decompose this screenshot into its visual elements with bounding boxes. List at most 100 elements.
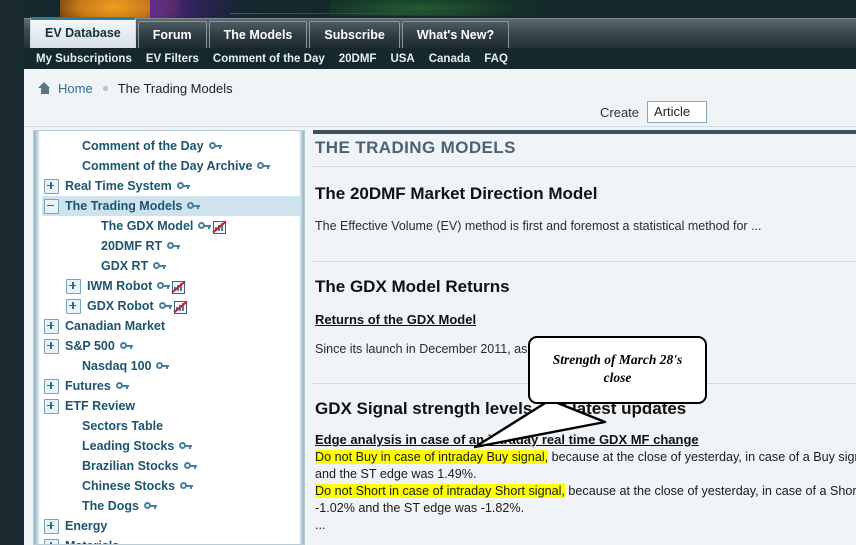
- key-icon: [167, 242, 181, 251]
- create-type-select[interactable]: Article: [647, 101, 708, 123]
- collapse-icon[interactable]: [44, 198, 59, 214]
- breadcrumb-separator-icon: [100, 83, 110, 93]
- sidebar-item-label: Sectors Table: [82, 419, 164, 433]
- breadcrumb-home-link[interactable]: Home: [58, 81, 93, 96]
- subnav-item-my-subscriptions[interactable]: My Subscriptions: [36, 53, 132, 65]
- sidebar-item-gdx-rt[interactable]: GDX RT: [42, 256, 300, 276]
- expand-icon[interactable]: [66, 278, 81, 294]
- chart-blocked-icon: [171, 280, 186, 294]
- buy-signal-rest: because at the close of yesterday, in ca…: [548, 450, 856, 464]
- subnav-item-faq[interactable]: FAQ: [484, 53, 508, 65]
- tab-list: EV Database Forum The Models Subscribe What'…: [30, 17, 511, 49]
- tab-ev-database[interactable]: EV Database: [30, 17, 136, 49]
- sidebar-item-gdx-robot[interactable]: GDX Robot: [42, 296, 300, 316]
- sidebar-item-iwm-robot[interactable]: IWM Robot: [42, 276, 300, 296]
- section-1-heading: The 20DMF Market Direction Model: [315, 184, 598, 203]
- buy-signal-line2: and the ST edge was 1.49%.: [315, 467, 477, 481]
- section-2-heading: The GDX Model Returns: [315, 277, 510, 296]
- expand-icon[interactable]: [44, 538, 59, 544]
- sidebar-item-the-dogs[interactable]: The Dogs: [42, 496, 300, 516]
- subnav-item-canada[interactable]: Canada: [429, 53, 471, 65]
- sidebar-item-comment-of-the-day[interactable]: Comment of the Day: [42, 136, 300, 156]
- key-icon: [179, 442, 193, 451]
- sidebar-item-materials[interactable]: Materials: [42, 536, 300, 544]
- divider-1: [313, 166, 856, 167]
- tab-subscribe[interactable]: Subscribe: [309, 21, 400, 49]
- sidebar-item-label: IWM Robot: [87, 279, 153, 293]
- sidebar-item-label: The Dogs: [82, 499, 139, 513]
- returns-of-gdx-model-link[interactable]: Returns of the GDX Model: [315, 312, 476, 327]
- expand-icon[interactable]: [66, 298, 81, 314]
- tab-what-s-new[interactable]: What's New?: [401, 21, 510, 49]
- sidebar-item-chinese-stocks[interactable]: Chinese Stocks: [42, 476, 300, 496]
- key-icon: [183, 462, 197, 471]
- subnav-item-20dmf[interactable]: 20DMF: [339, 53, 377, 65]
- secondary-nav-bar: My Subscriptions EV Filters Comment of the…: [24, 48, 856, 69]
- sidebar-item-label: Chinese Stocks: [82, 479, 176, 493]
- expand-icon[interactable]: [44, 378, 59, 394]
- sidebar-item-s-p-500[interactable]: S&P 500: [42, 336, 300, 356]
- short-signal-highlight: Do not Short in case of intraday Short s…: [315, 484, 565, 498]
- section-1-body: The Effective Volume (EV) method is firs…: [315, 219, 762, 233]
- sidebar-item-leading-stocks[interactable]: Leading Stocks: [42, 436, 300, 456]
- sidebar-item-label: Comment of the Day: [82, 139, 204, 153]
- key-icon: [180, 482, 194, 491]
- paragraph-ellipsis: ...: [315, 518, 326, 532]
- tab-forum[interactable]: Forum: [137, 21, 207, 49]
- sidebar-tree: Comment of the Day Comment of the Day Arc…: [42, 136, 300, 544]
- key-icon: [187, 202, 201, 211]
- sidebar-item-comment-of-the-day-archive[interactable]: Comment of the Day Archive: [42, 156, 300, 176]
- sidebar-item-futures[interactable]: Futures: [42, 376, 300, 396]
- sidebar-item-the-gdx-model[interactable]: The GDX Model: [42, 216, 300, 236]
- callout-line-1: Strength of March 28's: [552, 352, 683, 367]
- sidebar-item-canadian-market[interactable]: Canadian Market: [42, 316, 300, 336]
- tab-the-models[interactable]: The Models: [208, 21, 308, 49]
- sidebar-item-real-time-system[interactable]: Real Time System: [42, 176, 300, 196]
- expand-icon[interactable]: [44, 338, 59, 354]
- sidebar-item-label: Comment of the Day Archive: [82, 159, 253, 173]
- page-left-rail: [0, 22, 24, 545]
- sidebar-item-label: ETF Review: [65, 399, 136, 413]
- sidebar-item-label: Canadian Market: [65, 319, 166, 333]
- sidebar-item-brazilian-stocks[interactable]: Brazilian Stocks: [42, 456, 300, 476]
- sidebar-item-energy[interactable]: Energy: [42, 516, 300, 536]
- expand-icon[interactable]: [44, 398, 59, 414]
- key-icon: [157, 282, 171, 291]
- key-icon: [153, 262, 167, 271]
- sidebar-item-the-trading-models[interactable]: The Trading Models: [42, 196, 300, 216]
- expand-icon[interactable]: [44, 178, 59, 194]
- content-top-bar: [313, 130, 856, 134]
- sidebar-item-nasdaq-100[interactable]: Nasdaq 100: [42, 356, 300, 376]
- page-title: THE TRADING MODELS: [315, 138, 516, 157]
- create-label: Create: [600, 104, 640, 120]
- sidebar-item-label: Materials: [65, 539, 119, 544]
- edge-analysis-paragraph: Do not Buy in case of intraday Buy signa…: [315, 449, 856, 534]
- banner-left-block: [0, 0, 24, 22]
- subnav-item-ev-filters[interactable]: EV Filters: [146, 53, 199, 65]
- key-icon: [115, 382, 129, 391]
- key-icon: [156, 362, 170, 371]
- sidebar-item-etf-review[interactable]: ETF Review: [42, 396, 300, 416]
- subnav-item-usa[interactable]: USA: [390, 53, 414, 65]
- key-icon: [198, 222, 212, 231]
- sidebar-item-label: GDX RT: [101, 259, 149, 273]
- sidebar-item-20dmf-rt[interactable]: 20DMF RT: [42, 236, 300, 256]
- chart-blocked-icon: [173, 300, 188, 314]
- sidebar-left-edge: [34, 131, 40, 544]
- subnav-item-comment-of-the-day[interactable]: Comment of the Day: [213, 53, 325, 65]
- section-2-body: Since its launch in December 2011, as o: [315, 342, 538, 356]
- divider-2: [313, 261, 856, 262]
- expand-icon[interactable]: [44, 318, 59, 334]
- primary-tab-bar: EV Database Forum The Models Subscribe What'…: [24, 17, 856, 49]
- home-icon: [38, 82, 51, 94]
- expand-icon[interactable]: [44, 518, 59, 534]
- sidebar-item-sectors-table[interactable]: Sectors Table: [42, 416, 300, 436]
- callout-line-2: close: [603, 370, 632, 385]
- sidebar-item-label: The Trading Models: [65, 199, 183, 213]
